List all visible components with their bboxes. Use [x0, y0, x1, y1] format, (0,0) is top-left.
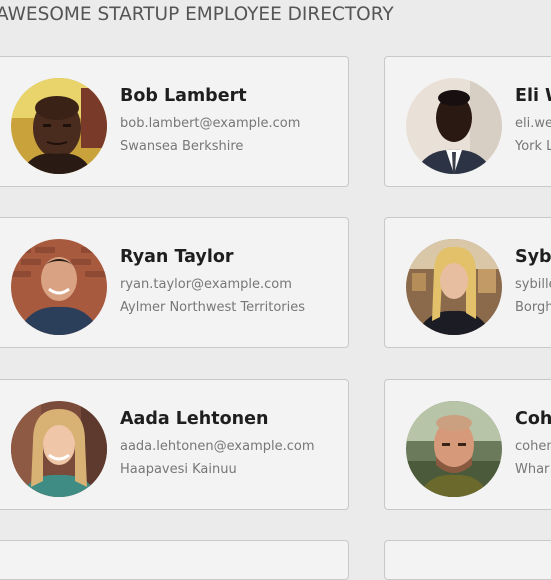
employee-avatar — [11, 78, 107, 174]
employee-name: Cohe — [515, 409, 551, 429]
employee-card[interactable] — [0, 540, 349, 580]
employee-location: Swansea Berkshire — [120, 139, 244, 154]
employee-email: aada.lehtonen@example.com — [120, 439, 315, 454]
employee-avatar — [11, 401, 107, 497]
employee-email: sybille — [515, 277, 551, 292]
employee-card[interactable]: Bob Lambert bob.lambert@example.com Swan… — [0, 56, 349, 187]
page-title: AWESOME STARTUP EMPLOYEE DIRECTORY — [0, 4, 394, 25]
employee-avatar — [406, 239, 502, 335]
employee-email: cohen — [515, 439, 551, 454]
employee-name: Ryan Taylor — [120, 247, 234, 267]
employee-card[interactable]: Sybi sybille Borgh — [384, 217, 551, 348]
employee-avatar — [406, 78, 502, 174]
employee-name: Eli W — [515, 86, 551, 106]
employee-name: Aada Lehtonen — [120, 409, 269, 429]
employee-location: Borgh — [515, 300, 551, 315]
employee-card[interactable] — [384, 540, 551, 580]
employee-location: Whar — [515, 462, 550, 477]
employee-location: York L — [515, 139, 551, 154]
employee-avatar — [406, 401, 502, 497]
employee-name: Bob Lambert — [120, 86, 247, 106]
employee-avatar — [11, 239, 107, 335]
employee-email: bob.lambert@example.com — [120, 116, 301, 131]
employee-name: Sybi — [515, 247, 551, 267]
employee-card[interactable]: Eli W eli.we York L — [384, 56, 551, 187]
employee-email: ryan.taylor@example.com — [120, 277, 292, 292]
employee-location: Aylmer Northwest Territories — [120, 300, 306, 315]
employee-email: eli.we — [515, 116, 551, 131]
employee-card[interactable]: Aada Lehtonen aada.lehtonen@example.com … — [0, 379, 349, 510]
employee-location: Haapavesi Kainuu — [120, 462, 237, 477]
employee-card[interactable]: Cohe cohen Whar — [384, 379, 551, 510]
employee-card[interactable]: Ryan Taylor ryan.taylor@example.com Aylm… — [0, 217, 349, 348]
